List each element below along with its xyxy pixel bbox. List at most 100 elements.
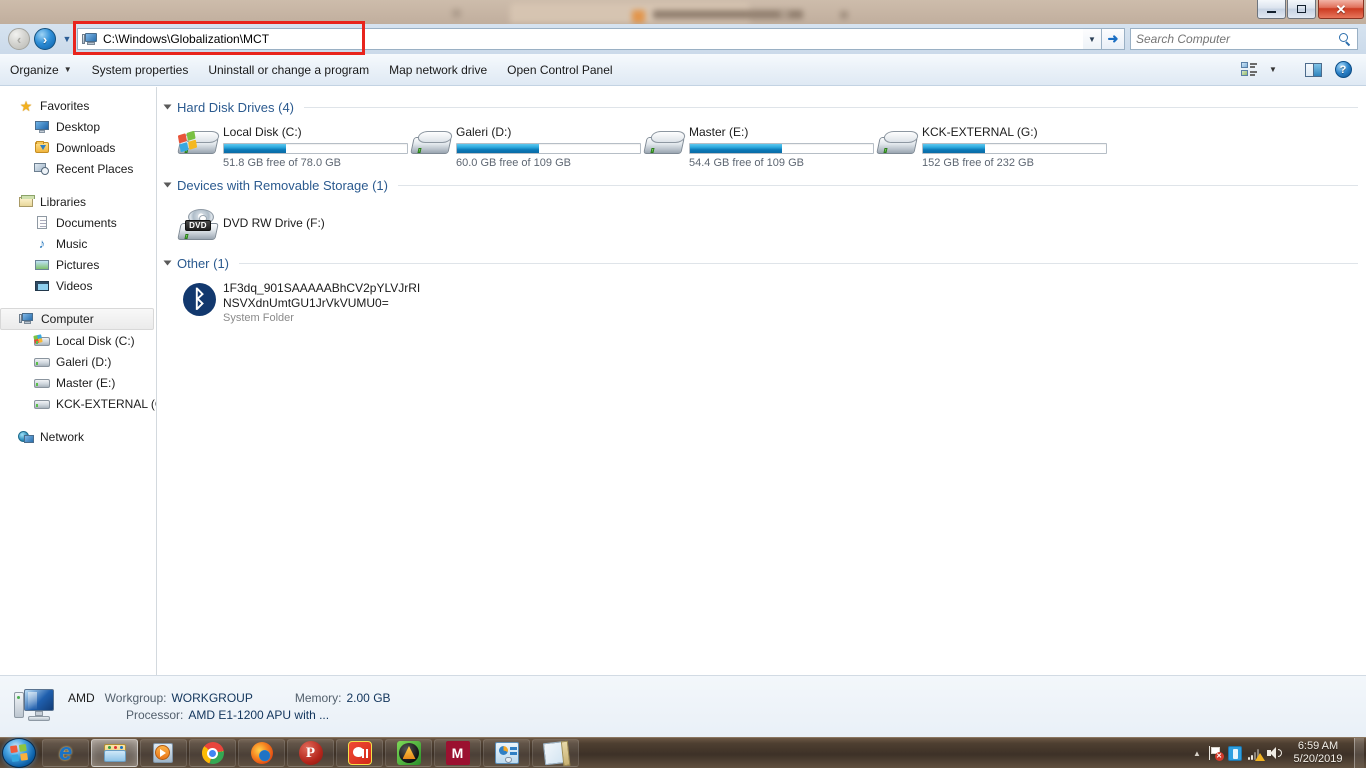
drive-tile-master-e[interactable]: Master (E:) 54.4 GB free of 109 GB [641, 121, 874, 169]
section-title: Devices with Removable Storage (1) [177, 177, 388, 193]
memory-value: 2.00 GB [346, 691, 391, 705]
item-name-line2: NSVXdnUmtGU1JrVkVUMU0= [223, 296, 389, 310]
content-pane[interactable]: Hard Disk Drives (4) Local Disk (C:) 51.… [157, 87, 1366, 675]
system-properties-button[interactable]: System properties [82, 57, 199, 83]
maximize-icon [1297, 5, 1306, 13]
clock-time: 6:59 AM [1297, 740, 1339, 752]
map-network-drive-button[interactable]: Map network drive [379, 57, 497, 83]
nav-group-libraries: Libraries Documents ♪ Music Pictures Vid… [0, 191, 156, 296]
taskbar-windows-media-player[interactable] [140, 739, 187, 767]
sidebar-item-downloads[interactable]: Downloads [0, 137, 156, 158]
sidebar-item-kck-external-g[interactable]: KCK-EXTERNAL (G:) [0, 393, 156, 414]
maximize-button[interactable] [1287, 0, 1316, 19]
sidebar-item-favorites[interactable]: ★ Favorites [0, 95, 156, 116]
workgroup-label: Workgroup: [104, 691, 167, 705]
sidebar-item-documents[interactable]: Documents [0, 212, 156, 233]
sidebar-item-computer[interactable]: Computer [0, 308, 154, 330]
views-icon [1240, 62, 1258, 77]
nav-group-network: Network [0, 426, 156, 447]
address-path-text: C:\Windows\Globalization\MCT [103, 32, 270, 46]
drive-info: Galeri (D:) 60.0 GB free of 109 GB [456, 123, 641, 169]
pictures-icon [34, 257, 50, 273]
network-button[interactable] [1245, 742, 1265, 764]
section-header-removable-storage[interactable]: Devices with Removable Storage (1) [157, 175, 1366, 195]
sidebar-item-local-disk-c[interactable]: Local Disk (C:) [0, 330, 156, 351]
view-dropdown-button[interactable]: ▼ [1264, 58, 1282, 82]
change-view-button[interactable] [1234, 58, 1264, 82]
volume-button[interactable] [1265, 742, 1285, 764]
sidebar-item-master-e[interactable]: Master (E:) [0, 372, 156, 393]
mozilla-firefox-icon [249, 740, 275, 766]
open-control-panel-label: Open Control Panel [507, 62, 613, 77]
search-icon [1339, 32, 1352, 46]
chevron-down-icon: ▼ [63, 65, 72, 74]
address-input[interactable]: C:\Windows\Globalization\MCT [77, 28, 1083, 50]
taskbar-google-chrome[interactable] [189, 739, 236, 767]
section-header-other[interactable]: Other (1) [157, 253, 1366, 273]
go-button[interactable]: ➜ [1101, 28, 1125, 50]
drive-tile-dvd-rw-f[interactable]: DVD DVD RW Drive (F:) [175, 199, 408, 247]
memory-label: Memory: [294, 691, 342, 705]
search-input[interactable] [1136, 32, 1339, 46]
preview-pane-button[interactable] [1298, 58, 1328, 82]
clock[interactable]: 6:59 AM 5/20/2019 [1285, 738, 1351, 769]
removable-tiles: DVD DVD RW Drive (F:) [157, 195, 1366, 251]
sidebar-item-pictures[interactable]: Pictures [0, 254, 156, 275]
taskbar-m-app[interactable]: M [434, 739, 481, 767]
sidebar-item-recent-places[interactable]: Recent Places [0, 158, 156, 179]
sidebar-item-galeri-d[interactable]: Galeri (D:) [0, 351, 156, 372]
item-tile-bluetooth-folder[interactable]: ᛒ 1F3dq_901SAAAAABhCV2pYLVJrRI NSVXdnUmt… [175, 277, 475, 325]
section-header-hard-disk-drives[interactable]: Hard Disk Drives (4) [157, 97, 1366, 117]
dvd-badge: DVD [185, 220, 211, 231]
taskbar-windows-explorer[interactable] [91, 739, 138, 767]
status-details: AMD Workgroup: WORKGROUP Memory: 2.00 GB… [68, 691, 433, 722]
battery-button[interactable] [1225, 742, 1245, 764]
sidebar-item-libraries[interactable]: Libraries [0, 191, 156, 212]
taskbar-notepad-app[interactable] [532, 739, 579, 767]
drive-tile-galeri-d[interactable]: Galeri (D:) 60.0 GB free of 109 GB [408, 121, 641, 169]
minimize-button[interactable] [1257, 0, 1286, 19]
sidebar-item-videos[interactable]: Videos [0, 275, 156, 296]
taskbar-gom-player[interactable] [336, 739, 383, 767]
organize-button[interactable]: Organize ▼ [0, 57, 82, 83]
google-chrome-icon [200, 740, 226, 766]
windows-media-player-icon [151, 740, 177, 766]
computer-status-icon [14, 687, 58, 727]
hdd-icon [34, 375, 50, 391]
drive-tile-local-disk-c[interactable]: Local Disk (C:) 51.8 GB free of 78.0 GB [175, 121, 408, 169]
clock-date: 5/20/2019 [1293, 753, 1343, 765]
main-area: ★ Favorites Desktop Downloads Recent Pla… [0, 87, 1366, 675]
sidebar-item-desktop[interactable]: Desktop [0, 116, 156, 137]
history-dropdown-icon[interactable]: ▼ [61, 34, 73, 44]
arrow-right-icon: ➜ [1107, 31, 1119, 46]
search-box[interactable] [1130, 28, 1358, 50]
computer-name: AMD [68, 691, 95, 705]
navigation-pane[interactable]: ★ Favorites Desktop Downloads Recent Pla… [0, 87, 157, 675]
start-button[interactable] [2, 738, 36, 768]
forward-button[interactable]: › [34, 28, 56, 50]
back-button[interactable]: ‹ [8, 28, 30, 50]
address-dropdown-button[interactable]: ▼ [1083, 28, 1101, 50]
open-control-panel-button[interactable]: Open Control Panel [497, 57, 622, 83]
libraries-icon [18, 194, 35, 210]
sidebar-item-network[interactable]: Network [0, 426, 156, 447]
taskbar-internet-explorer[interactable]: e [42, 739, 89, 767]
taskbar: e P M ▲ ✕ 6:59 AM 5/20/2019 [0, 737, 1366, 769]
sidebar-label-music: Music [56, 236, 88, 251]
uninstall-program-button[interactable]: Uninstall or change a program [198, 57, 379, 83]
drive-tile-kck-external-g[interactable]: KCK-EXTERNAL (G:) 152 GB free of 232 GB [874, 121, 1107, 169]
sidebar-label-master-e: Master (E:) [56, 375, 116, 390]
sidebar-label-videos: Videos [56, 278, 93, 293]
taskbar-p-app[interactable]: P [287, 739, 334, 767]
show-hidden-icons-button[interactable]: ▲ [1189, 749, 1205, 758]
map-network-drive-label: Map network drive [389, 62, 488, 77]
taskbar-aimp-player[interactable] [385, 739, 432, 767]
sidebar-item-music[interactable]: ♪ Music [0, 233, 156, 254]
show-desktop-button[interactable] [1354, 737, 1364, 769]
close-button[interactable]: ✕ [1318, 0, 1364, 19]
taskbar-mozilla-firefox[interactable] [238, 739, 285, 767]
help-button[interactable]: ? [1328, 58, 1358, 82]
taskbar-system-utility[interactable] [483, 739, 530, 767]
documents-icon [34, 215, 50, 231]
action-center-button[interactable]: ✕ [1205, 742, 1225, 764]
